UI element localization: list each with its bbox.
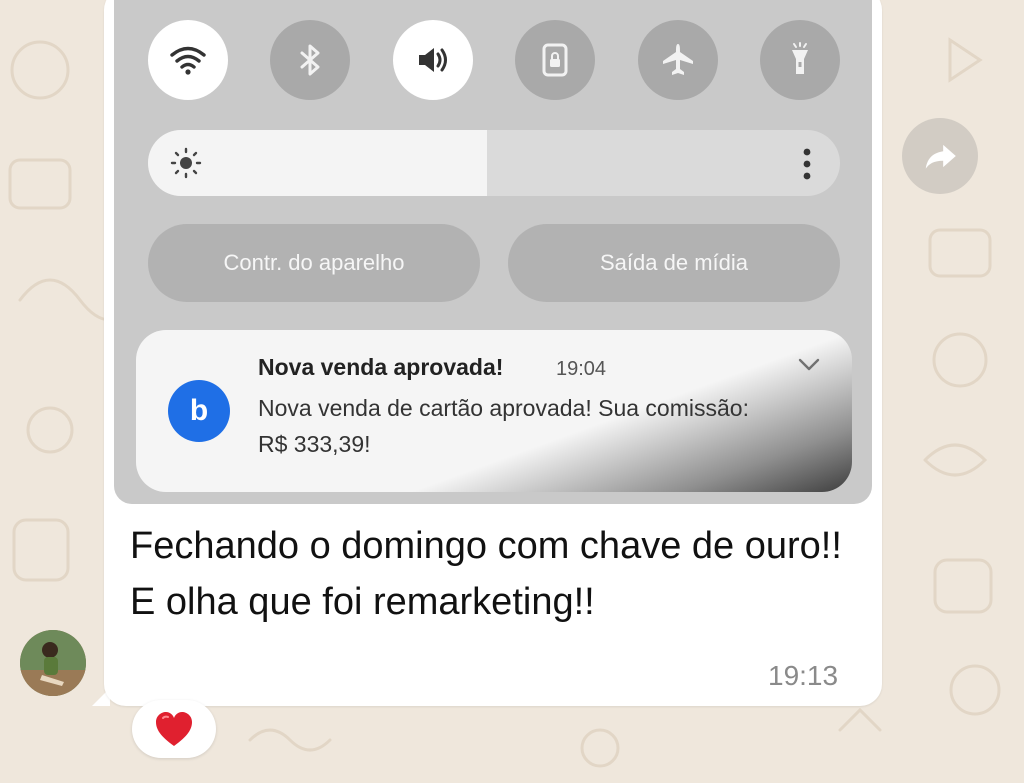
media-output-label: Saída de mídia: [600, 250, 748, 275]
reaction-badge[interactable]: [132, 700, 216, 758]
rotation-lock-icon: [542, 43, 568, 77]
bluetooth-toggle[interactable]: [270, 20, 351, 100]
app-icon-letter: b: [189, 394, 209, 427]
sun-icon: [170, 147, 202, 179]
message-line-2: E olha que foi remarketing!!: [130, 581, 595, 623]
notification-body: Nova venda de cartão aprovada! Sua comis…: [258, 395, 749, 457]
message-timestamp: 19:13: [768, 660, 839, 691]
airplane-toggle[interactable]: [637, 20, 718, 100]
bluetooth-icon: [300, 44, 320, 76]
message-line-1: Fechando o domingo com chave de ouro!!: [130, 525, 842, 567]
flashlight-toggle[interactable]: [759, 20, 840, 100]
quick-settings-toggles: [148, 20, 840, 100]
device-control-label: Contr. do aparelho: [223, 250, 405, 275]
chevron-down-icon[interactable]: [798, 358, 820, 372]
notification-time: 19:04: [556, 358, 607, 380]
device-control-button[interactable]: Contr. do aparelho: [148, 224, 480, 302]
avatar-photo: [20, 630, 86, 696]
wifi-icon: [170, 46, 206, 75]
sound-toggle[interactable]: [392, 20, 473, 100]
message-text: Fechando o domingo com chave de ouro!! E…: [130, 518, 860, 630]
message-bubble[interactable]: Contr. do aparelho Saída de mídia b Nova…: [104, 0, 882, 706]
notification-title: Nova venda aprovada!: [258, 354, 504, 380]
heart-icon: [156, 712, 192, 746]
flashlight-icon: [791, 42, 808, 74]
notification-card[interactable]: b Nova venda aprovada! 19:04 Nova venda …: [136, 330, 852, 492]
avatar[interactable]: [20, 630, 86, 696]
sound-icon: [418, 48, 447, 72]
airplane-icon: [662, 44, 693, 75]
wifi-toggle[interactable]: [148, 20, 228, 100]
media-output-button[interactable]: Saída de mídia: [508, 224, 840, 302]
shared-screenshot[interactable]: Contr. do aparelho Saída de mídia b Nova…: [114, 0, 872, 504]
more-options-icon[interactable]: [802, 147, 812, 181]
rotation-lock-toggle[interactable]: [515, 20, 596, 100]
brightness-slider[interactable]: [148, 130, 840, 196]
app-icon: b: [168, 380, 230, 442]
forward-button[interactable]: [902, 118, 978, 194]
share-arrow-icon: [925, 144, 956, 169]
